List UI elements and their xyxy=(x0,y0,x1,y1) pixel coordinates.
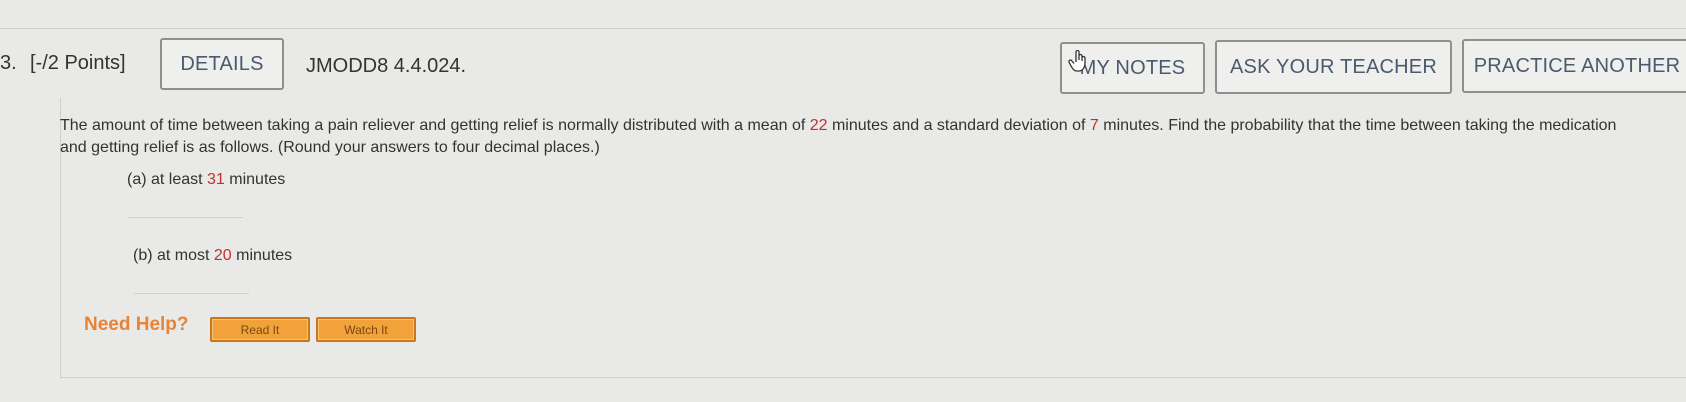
my-notes-label: MY NOTES xyxy=(1079,56,1186,79)
practice-another-label: PRACTICE ANOTHER xyxy=(1473,54,1681,77)
details-button[interactable]: DETAILS xyxy=(160,38,284,90)
ask-your-teacher-label: ASK YOUR TEACHER xyxy=(1230,55,1437,78)
problem-text-2: minutes and a standard deviation of xyxy=(827,117,1090,134)
top-divider xyxy=(0,28,1686,29)
part-b-label: (b) at most 20 minutes xyxy=(133,247,292,265)
ask-your-teacher-button[interactable]: ASK YOUR TEACHER xyxy=(1215,40,1452,94)
question-code: JMODD8 4.4.024. xyxy=(306,55,467,77)
part-a-suffix: minutes xyxy=(224,171,286,188)
part-b-value: 20 xyxy=(213,247,232,264)
read-it-label: Read It xyxy=(240,322,280,337)
problem-statement: The amount of time between taking a pain… xyxy=(60,115,1620,159)
watch-it-button[interactable]: Watch It xyxy=(316,317,416,342)
part-a-value: 31 xyxy=(207,171,225,188)
question-points: [-/2 Points] xyxy=(30,52,126,74)
mean-value: 22 xyxy=(809,117,828,134)
problem-text-1: The amount of time between taking a pain… xyxy=(60,117,810,134)
hand-pointer-icon xyxy=(1068,50,1086,72)
std-value: 7 xyxy=(1089,117,1099,134)
part-a-answer-field[interactable] xyxy=(128,217,243,218)
read-it-button[interactable]: Read It xyxy=(210,317,310,342)
details-button-label: DETAILS xyxy=(180,52,264,75)
watch-it-label: Watch It xyxy=(344,322,388,337)
part-a-prefix: (a) at least xyxy=(127,171,208,188)
part-b-answer-field[interactable] xyxy=(134,293,249,294)
part-a-label: (a) at least 31 minutes xyxy=(127,171,285,189)
part-b-suffix: minutes xyxy=(231,247,293,264)
practice-another-button[interactable]: PRACTICE ANOTHER xyxy=(1462,39,1686,93)
question-number: 3. xyxy=(0,52,17,74)
part-b-prefix: (b) at most xyxy=(133,247,214,264)
need-help-label: Need Help? xyxy=(84,314,189,335)
